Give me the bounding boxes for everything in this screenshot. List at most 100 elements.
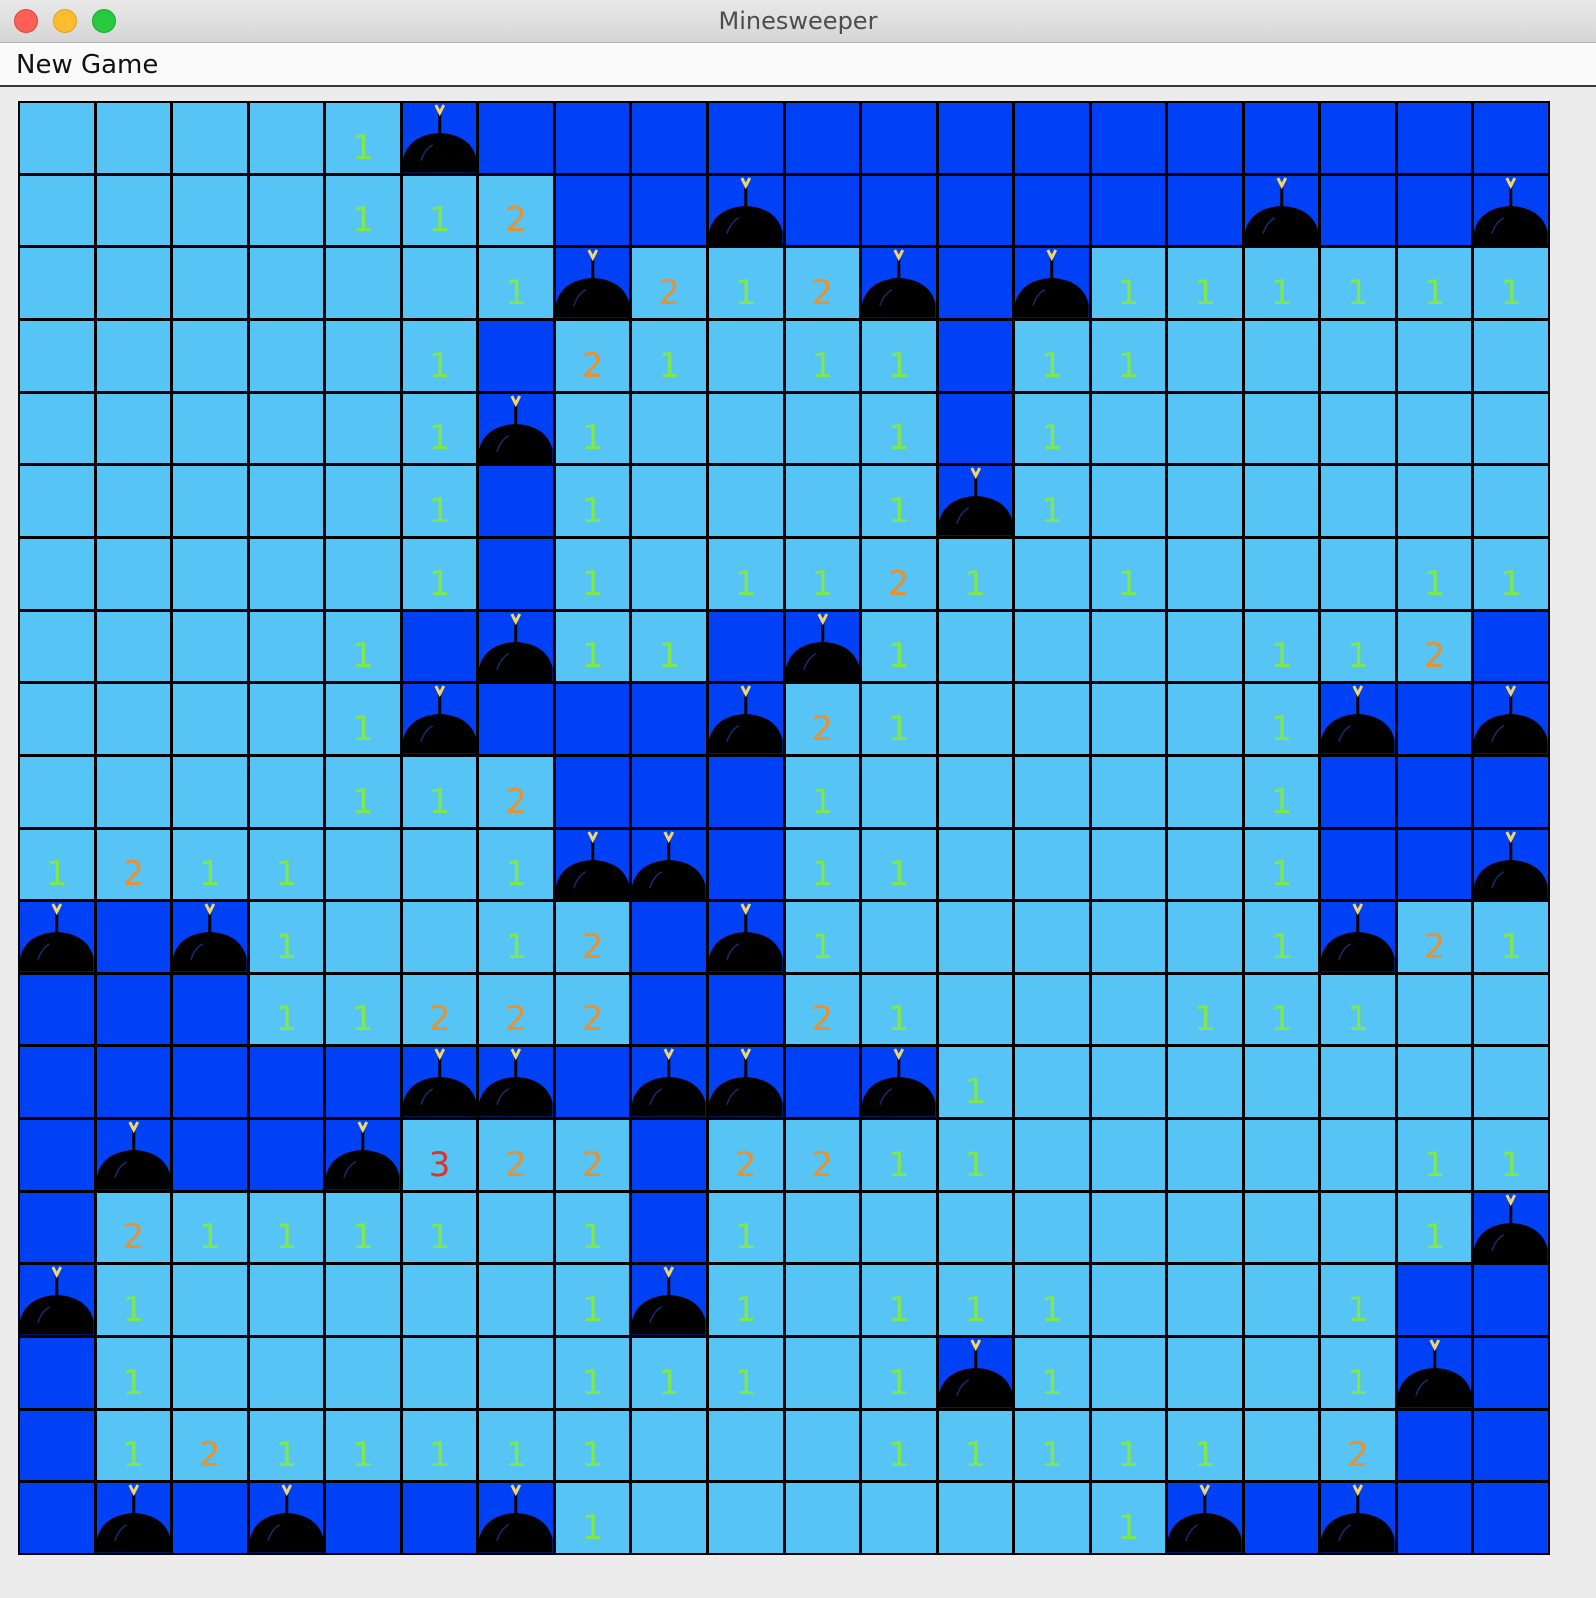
mine-cell[interactable] (938, 466, 1013, 536)
unrevealed-cell[interactable] (479, 466, 553, 536)
revealed-empty-cell[interactable] (1091, 466, 1166, 536)
revealed-number-cell[interactable]: 1 (1244, 248, 1319, 318)
revealed-number-cell[interactable]: 1 (1321, 1265, 1395, 1336)
mine-cell[interactable] (862, 1047, 936, 1118)
unrevealed-cell[interactable] (479, 684, 553, 754)
revealed-number-cell[interactable]: 1 (1168, 248, 1242, 318)
revealed-empty-cell[interactable] (173, 1338, 247, 1408)
unrevealed-cell[interactable] (249, 1047, 324, 1118)
revealed-number-cell[interactable]: 1 (862, 829, 936, 900)
revealed-number-cell[interactable]: 1 (1244, 756, 1319, 827)
revealed-empty-cell[interactable] (708, 320, 783, 391)
revealed-number-cell[interactable]: 2 (785, 684, 860, 754)
mine-cell[interactable] (1474, 175, 1548, 246)
revealed-empty-cell[interactable] (173, 538, 247, 609)
unrevealed-cell[interactable] (1321, 756, 1395, 827)
revealed-empty-cell[interactable] (326, 466, 400, 536)
revealed-empty-cell[interactable] (1474, 1047, 1548, 1118)
revealed-empty-cell[interactable] (632, 466, 706, 536)
unrevealed-cell[interactable] (632, 684, 706, 754)
revealed-empty-cell[interactable] (326, 538, 400, 609)
revealed-number-cell[interactable]: 1 (862, 1338, 936, 1408)
revealed-empty-cell[interactable] (785, 1410, 860, 1481)
revealed-number-cell[interactable]: 2 (1397, 902, 1472, 972)
revealed-empty-cell[interactable] (1015, 1483, 1089, 1553)
revealed-number-cell[interactable]: 2 (479, 756, 553, 827)
revealed-empty-cell[interactable] (20, 175, 94, 246)
revealed-empty-cell[interactable] (1168, 1120, 1242, 1190)
revealed-number-cell[interactable]: 1 (555, 611, 630, 682)
mine-cell[interactable] (1321, 1483, 1395, 1553)
revealed-number-cell[interactable]: 2 (555, 974, 630, 1045)
revealed-empty-cell[interactable] (1244, 1192, 1319, 1263)
revealed-number-cell[interactable]: 1 (632, 1338, 706, 1408)
revealed-number-cell[interactable]: 1 (326, 175, 400, 246)
revealed-empty-cell[interactable] (1321, 466, 1395, 536)
revealed-number-cell[interactable]: 1 (1474, 1120, 1548, 1190)
revealed-number-cell[interactable]: 1 (785, 829, 860, 900)
revealed-number-cell[interactable]: 1 (1015, 320, 1089, 391)
unrevealed-cell[interactable] (708, 829, 783, 900)
revealed-empty-cell[interactable] (1168, 538, 1242, 609)
revealed-empty-cell[interactable] (249, 466, 324, 536)
revealed-number-cell[interactable]: 1 (1397, 248, 1472, 318)
mine-cell[interactable] (555, 248, 630, 318)
revealed-empty-cell[interactable] (862, 902, 936, 972)
revealed-empty-cell[interactable] (249, 248, 324, 318)
revealed-empty-cell[interactable] (1168, 1192, 1242, 1263)
unrevealed-cell[interactable] (1474, 103, 1548, 173)
unrevealed-cell[interactable] (1474, 756, 1548, 827)
unrevealed-cell[interactable] (96, 902, 171, 972)
revealed-number-cell[interactable]: 1 (1244, 902, 1319, 972)
unrevealed-cell[interactable] (1397, 756, 1472, 827)
revealed-empty-cell[interactable] (1244, 393, 1319, 464)
mine-cell[interactable] (1015, 248, 1089, 318)
revealed-number-cell[interactable]: 1 (479, 829, 553, 900)
revealed-number-cell[interactable]: 2 (862, 538, 936, 609)
revealed-number-cell[interactable]: 1 (938, 538, 1013, 609)
revealed-number-cell[interactable]: 1 (862, 393, 936, 464)
unrevealed-cell[interactable] (20, 1047, 94, 1118)
revealed-number-cell[interactable]: 2 (632, 248, 706, 318)
revealed-empty-cell[interactable] (20, 684, 94, 754)
revealed-empty-cell[interactable] (1168, 320, 1242, 391)
revealed-number-cell[interactable]: 1 (555, 1483, 630, 1553)
mine-cell[interactable] (1321, 902, 1395, 972)
revealed-number-cell[interactable]: 1 (862, 1410, 936, 1481)
revealed-number-cell[interactable]: 1 (862, 684, 936, 754)
revealed-empty-cell[interactable] (249, 393, 324, 464)
revealed-number-cell[interactable]: 1 (555, 538, 630, 609)
revealed-empty-cell[interactable] (1091, 1047, 1166, 1118)
revealed-empty-cell[interactable] (402, 902, 477, 972)
mine-cell[interactable] (20, 1265, 94, 1336)
unrevealed-cell[interactable] (20, 1192, 94, 1263)
revealed-empty-cell[interactable] (249, 684, 324, 754)
unrevealed-cell[interactable] (785, 1047, 860, 1118)
revealed-number-cell[interactable]: 3 (402, 1120, 477, 1190)
revealed-empty-cell[interactable] (1091, 1338, 1166, 1408)
revealed-number-cell[interactable]: 2 (96, 829, 171, 900)
revealed-empty-cell[interactable] (1015, 1047, 1089, 1118)
revealed-number-cell[interactable]: 1 (1168, 1410, 1242, 1481)
revealed-number-cell[interactable]: 1 (402, 538, 477, 609)
revealed-number-cell[interactable]: 1 (1321, 974, 1395, 1045)
unrevealed-cell[interactable] (20, 1410, 94, 1481)
unrevealed-cell[interactable] (708, 756, 783, 827)
unrevealed-cell[interactable] (632, 103, 706, 173)
unrevealed-cell[interactable] (862, 175, 936, 246)
revealed-empty-cell[interactable] (326, 248, 400, 318)
revealed-number-cell[interactable]: 1 (1321, 611, 1395, 682)
mine-cell[interactable] (479, 1047, 553, 1118)
unrevealed-cell[interactable] (708, 103, 783, 173)
mine-cell[interactable] (402, 684, 477, 754)
revealed-empty-cell[interactable] (632, 1483, 706, 1553)
revealed-number-cell[interactable]: 1 (632, 320, 706, 391)
revealed-empty-cell[interactable] (20, 611, 94, 682)
unrevealed-cell[interactable] (479, 103, 553, 173)
unrevealed-cell[interactable] (1168, 175, 1242, 246)
unrevealed-cell[interactable] (1397, 684, 1472, 754)
unrevealed-cell[interactable] (20, 1338, 94, 1408)
revealed-empty-cell[interactable] (96, 248, 171, 318)
revealed-empty-cell[interactable] (326, 829, 400, 900)
revealed-number-cell[interactable]: 1 (1091, 248, 1166, 318)
